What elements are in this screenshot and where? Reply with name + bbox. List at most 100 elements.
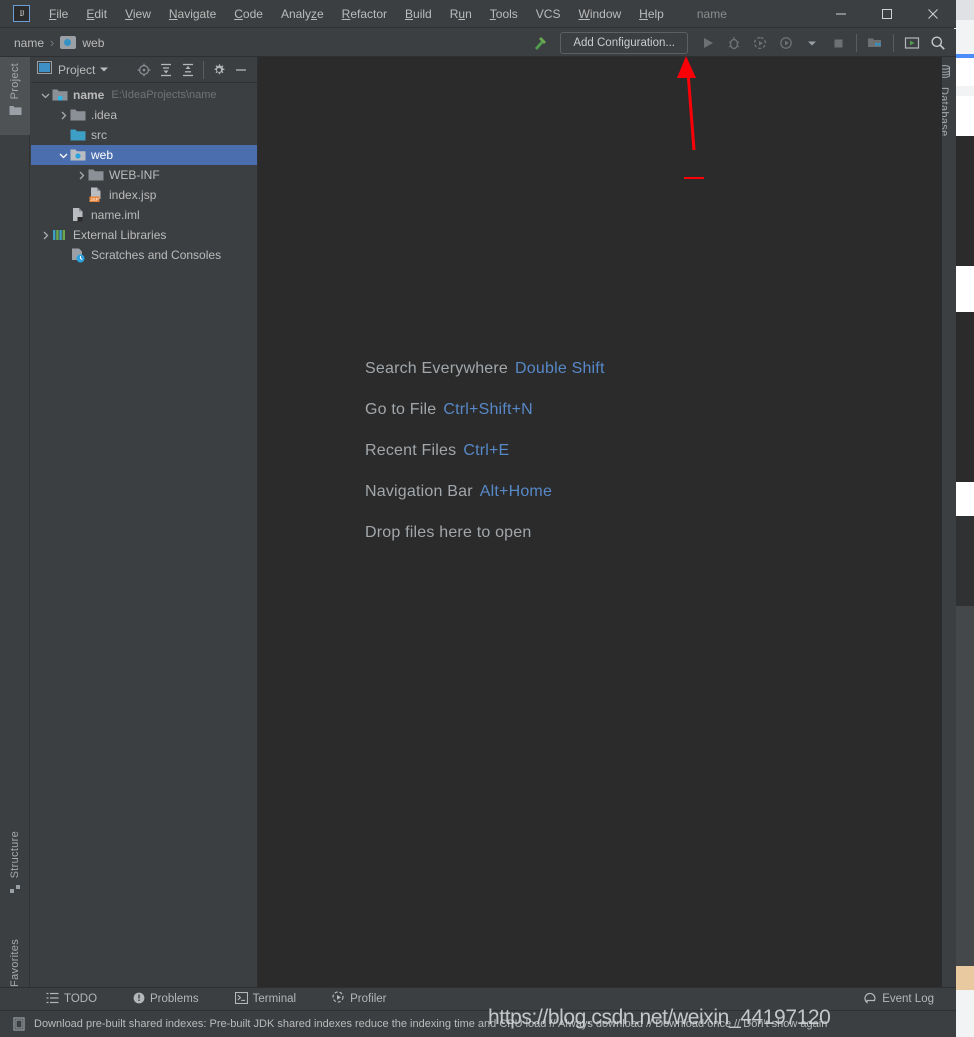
tree-node-name-iml[interactable]: name.iml	[31, 205, 257, 225]
select-opened-file-icon[interactable]	[134, 60, 154, 80]
title-bar: IJ File Edit View Navigate Code Analyze …	[0, 0, 956, 28]
project-window-icon	[37, 60, 52, 79]
svg-text:JSP: JSP	[90, 197, 98, 202]
collapse-all-icon[interactable]	[178, 60, 198, 80]
background-window[interactable]	[954, 0, 974, 1037]
navigation-toolbar: name › web Add Configuration...	[0, 29, 956, 57]
search-icon[interactable]	[926, 31, 950, 55]
left-toolwindow-strip: Project Structure Favorites	[0, 57, 30, 1005]
window-title: name	[696, 6, 727, 21]
problems-icon	[133, 992, 145, 1007]
dropdown-arrow-icon[interactable]	[800, 31, 824, 55]
menu-window[interactable]: Window	[569, 3, 630, 25]
hint-action: Recent Files	[365, 442, 457, 459]
update-icon[interactable]	[900, 31, 924, 55]
toolwindow-button-profiler[interactable]: Profiler	[324, 989, 394, 1009]
chevron-right-icon[interactable]	[39, 229, 52, 242]
tree-node-external-libraries[interactable]: External Libraries	[31, 225, 257, 245]
sidebar-item-structure[interactable]: Structure	[0, 827, 30, 922]
tree-node-web[interactable]: web	[31, 145, 257, 165]
bottom-toolwindow-bar: TODO Problems Terminal Profiler Event Lo…	[0, 987, 956, 1010]
toolwindow-label-event-log: Event Log	[882, 993, 934, 1005]
chevron-down-icon[interactable]	[57, 149, 70, 162]
minimize-icon	[836, 13, 846, 15]
toolwindow-button-event-log[interactable]: Event Log	[856, 989, 942, 1009]
menu-code[interactable]: Code	[225, 3, 272, 25]
menu-refactor[interactable]: Refactor	[333, 3, 396, 25]
hide-icon[interactable]	[231, 60, 251, 80]
menu-build[interactable]: Build	[396, 3, 441, 25]
hint-navigation-bar: Navigation Bar Alt+Home	[365, 483, 605, 501]
run-icon[interactable]	[696, 31, 720, 55]
menu-navigate[interactable]: Navigate	[160, 3, 225, 25]
sidebar-item-project[interactable]: Project	[0, 57, 30, 135]
project-tool-window: Project name E:\IdeaProjects\name .idea …	[31, 57, 258, 987]
libraries-icon	[52, 227, 68, 243]
debug-icon[interactable]	[722, 31, 746, 55]
breadcrumb-item-project[interactable]: name	[14, 36, 44, 50]
terminal-icon	[234, 991, 248, 1007]
project-structure-icon[interactable]	[863, 31, 887, 55]
tree-node-label: name	[73, 88, 105, 102]
expand-all-icon[interactable]	[156, 60, 176, 80]
toolwindow-button-todo[interactable]: TODO	[38, 990, 105, 1009]
tree-node-web-inf[interactable]: WEB-INF	[31, 165, 257, 185]
menu-edit[interactable]: Edit	[77, 3, 116, 25]
toolwindow-button-problems[interactable]: Problems	[125, 990, 207, 1009]
source-folder-icon	[70, 127, 86, 143]
status-message[interactable]: Download pre-built shared indexes: Pre-b…	[34, 1018, 827, 1030]
editor-area[interactable]: Search Everywhere Double Shift Go to File…	[258, 57, 942, 987]
close-button[interactable]	[910, 0, 956, 28]
gear-icon[interactable]	[209, 60, 229, 80]
todo-list-icon	[46, 992, 59, 1007]
tree-node-label: name.iml	[91, 208, 140, 222]
profile-icon[interactable]	[774, 31, 798, 55]
notification-icon[interactable]	[12, 1017, 26, 1031]
profiler-icon	[332, 991, 345, 1007]
add-configuration-button[interactable]: Add Configuration...	[560, 32, 688, 54]
menu-bar: File Edit View Navigate Code Analyze Ref…	[40, 3, 673, 25]
folder-icon	[9, 105, 22, 119]
chevron-down-icon[interactable]	[39, 89, 52, 102]
menu-tools[interactable]: Tools	[481, 3, 527, 25]
tree-node-scratches[interactable]: Scratches and Consoles	[31, 245, 257, 265]
hint-search-everywhere: Search Everywhere Double Shift	[365, 360, 605, 378]
chevron-down-icon[interactable]	[99, 61, 109, 79]
toolbar-divider-2	[893, 34, 894, 52]
run-with-coverage-icon[interactable]	[748, 31, 772, 55]
minimize-button[interactable]	[818, 0, 864, 28]
menu-file[interactable]: File	[40, 3, 77, 25]
chevron-right-icon[interactable]	[57, 109, 70, 122]
web-folder-icon	[70, 147, 86, 163]
toolbar-divider	[856, 34, 857, 52]
tree-node-name[interactable]: name E:\IdeaProjects\name	[31, 85, 257, 105]
build-hammer-icon[interactable]	[528, 31, 552, 55]
sidebar-label-structure: Structure	[9, 831, 21, 879]
tree-node-label: index.jsp	[109, 188, 157, 202]
toolwindow-button-terminal[interactable]: Terminal	[227, 990, 304, 1009]
app-logo-icon[interactable]: IJ	[13, 5, 30, 22]
menu-run[interactable]: Run	[441, 3, 481, 25]
web-folder-icon	[60, 36, 77, 49]
toolwindow-label-profiler: Profiler	[350, 993, 387, 1005]
breadcrumb-item-web[interactable]: web	[82, 36, 104, 50]
tree-node-index-jsp[interactable]: JSP index.jsp	[31, 185, 257, 205]
menu-view[interactable]: View	[116, 3, 160, 25]
tree-node-idea[interactable]: .idea	[31, 105, 257, 125]
hint-action: Drop files here to open	[365, 524, 532, 541]
stop-icon[interactable]	[826, 31, 850, 55]
editor-hints: Search Everywhere Double Shift Go to File…	[365, 360, 605, 565]
hint-shortcut: Ctrl+E	[463, 442, 510, 459]
maximize-button[interactable]	[864, 0, 910, 28]
menu-vcs[interactable]: VCS	[527, 3, 570, 25]
folder-icon	[70, 107, 86, 123]
chevron-right-icon[interactable]	[75, 169, 88, 182]
tree-node-src[interactable]: src	[31, 125, 257, 145]
maximize-icon	[882, 9, 892, 19]
project-panel-header: Project	[31, 57, 257, 83]
iml-file-icon	[70, 207, 86, 223]
menu-help[interactable]: Help	[630, 3, 673, 25]
run-toolbar: Add Configuration...	[528, 29, 956, 57]
window-controls	[818, 0, 956, 28]
menu-analyze[interactable]: Analyze	[272, 3, 333, 25]
